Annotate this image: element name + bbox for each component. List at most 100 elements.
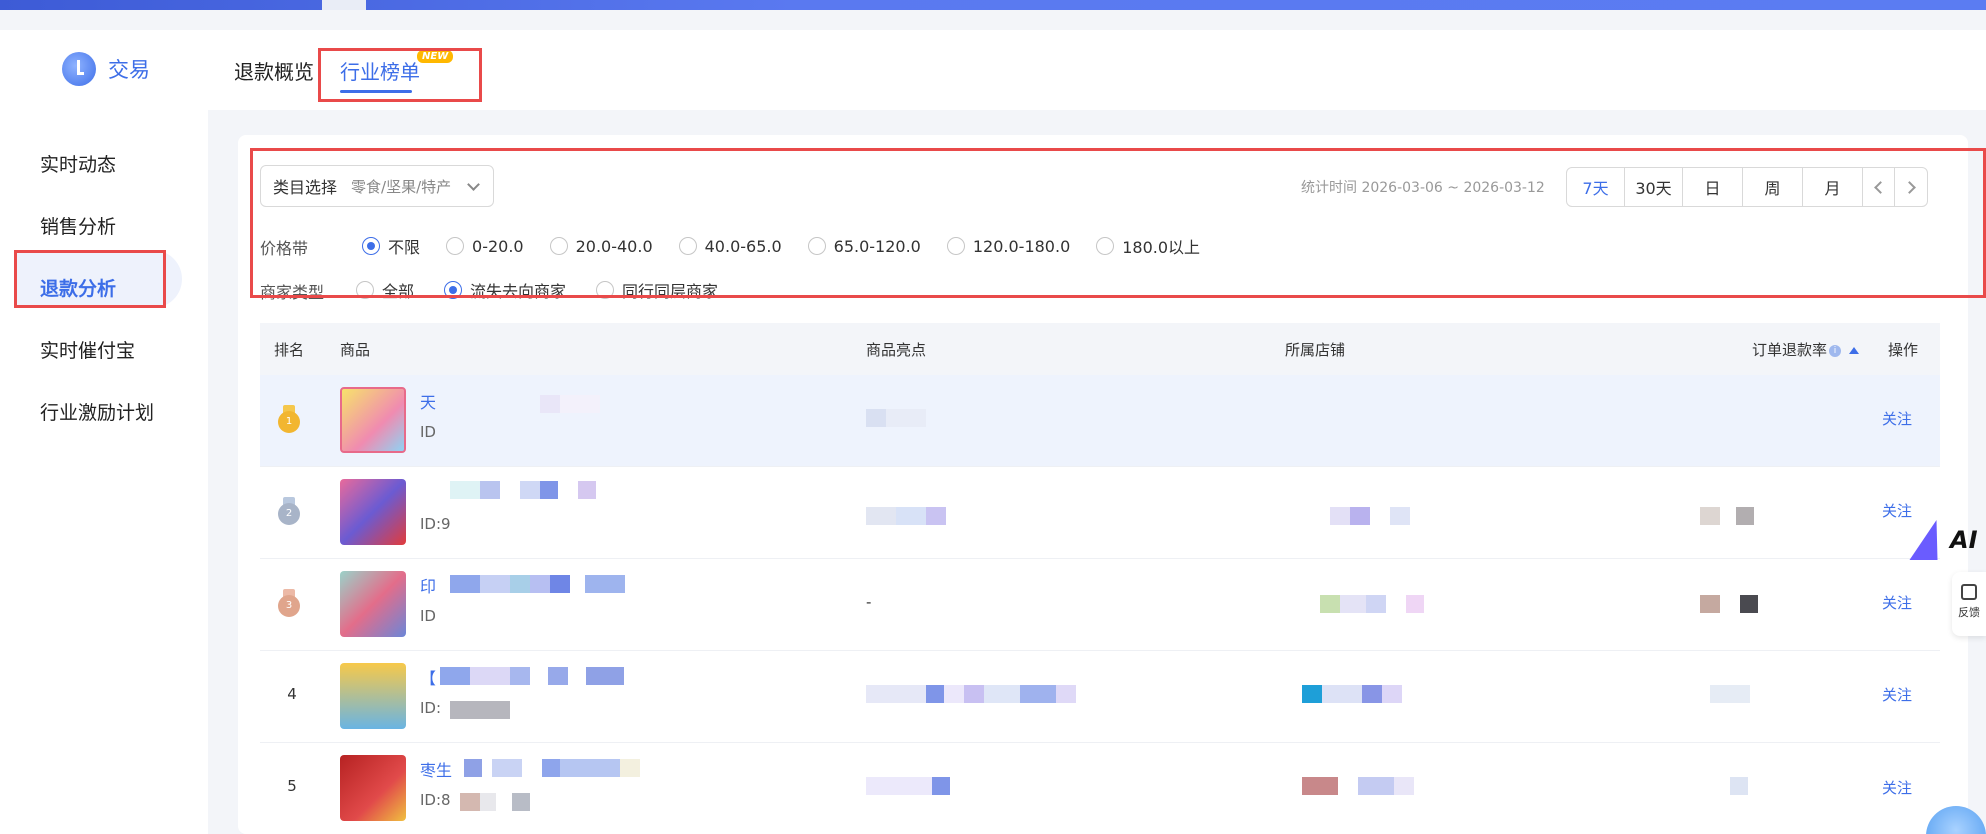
product-name[interactable]: 印: [420, 573, 436, 597]
sidebar-item-payment-reminder[interactable]: 实时催付宝: [40, 336, 135, 363]
product-name[interactable]: 【: [420, 665, 436, 689]
merchant-type-option[interactable]: 流失去向商家: [444, 278, 566, 302]
product-thumbnail[interactable]: [340, 571, 406, 637]
chevron-down-icon: [467, 177, 480, 191]
strip-notch: [322, 0, 366, 10]
price-band-option[interactable]: 0-20.0: [446, 237, 524, 256]
col-shop: 所属店铺: [1285, 341, 1346, 359]
merchant-type-text: 流失去向商家: [470, 282, 567, 301]
redacted-refund-rate: [1710, 685, 1750, 703]
follow-button[interactable]: 关注: [1882, 592, 1912, 613]
prev-period-button[interactable]: [1863, 168, 1895, 206]
category-select-label: 类目选择: [273, 178, 338, 197]
sidebar-item-sales-analysis[interactable]: 销售分析: [40, 212, 116, 239]
ai-assistant-button[interactable]: AI: [1909, 516, 1978, 566]
rank-number: 5: [287, 777, 297, 795]
sidebar-item-refund-analysis[interactable]: 退款分析: [40, 274, 116, 301]
tab-industry-ranking[interactable]: 行业榜单: [340, 56, 420, 93]
product-thumbnail[interactable]: [340, 479, 406, 545]
radio-circle: [444, 281, 463, 299]
period-day[interactable]: 日: [1683, 168, 1743, 206]
redacted-product-name: [464, 759, 640, 777]
radio-circle: [362, 237, 380, 255]
redacted-product-name: [440, 667, 624, 685]
follow-button[interactable]: 关注: [1882, 684, 1912, 705]
next-period-button[interactable]: [1895, 168, 1927, 206]
medal-disc: 2: [278, 503, 300, 525]
sidebar-item-realtime[interactable]: 实时动态: [40, 150, 116, 177]
product-id: ID:9: [420, 515, 451, 533]
edit-icon: [1961, 584, 1977, 600]
header: 交易 退款概览 行业榜单 NEW: [0, 30, 1986, 110]
main-content: 类目选择 零食/坚果/特产 统计时间 2026-03-06 ~ 2026-03-…: [238, 135, 1968, 834]
product-name[interactable]: 天: [420, 389, 436, 413]
table-row: 5 枣生 ID:8 关注: [260, 743, 1940, 834]
price-band-label: 价格带: [260, 239, 309, 258]
tab-refund-overview[interactable]: 退款概览: [234, 56, 314, 85]
price-band-option[interactable]: 120.0-180.0: [946, 236, 1071, 256]
table-row: 1 天 ID: [260, 375, 1940, 467]
col-highlights: 商品亮点: [866, 341, 927, 359]
medal-disc: 1: [278, 411, 300, 433]
category-select-value: 零食/坚果/特产: [351, 177, 452, 196]
redacted-product-name: [540, 395, 600, 413]
sidebar-item-incentive-plan[interactable]: 行业激励计划: [40, 398, 154, 425]
chevron-left-icon: [1874, 180, 1887, 194]
new-badge: NEW: [417, 50, 454, 63]
merchant-type-option[interactable]: 同行同层商家: [596, 278, 718, 302]
product-id: ID: [420, 423, 436, 441]
radio-circle: [446, 237, 465, 255]
period-week[interactable]: 周: [1743, 168, 1803, 206]
price-band-option[interactable]: 40.0-65.0: [678, 236, 782, 256]
product-name[interactable]: 枣生: [420, 757, 452, 781]
col-rank: 排名: [274, 341, 305, 359]
price-band-option[interactable]: 65.0-120.0: [807, 237, 921, 256]
redacted-highlight: [866, 507, 946, 525]
sort-icon[interactable]: [1849, 347, 1860, 354]
rank-number: 4: [287, 685, 297, 703]
top-gradient-strip: [0, 0, 1986, 10]
product-thumbnail[interactable]: [340, 387, 406, 453]
period-month[interactable]: 月: [1803, 168, 1863, 206]
feedback-button[interactable]: 反馈: [1952, 572, 1986, 636]
radio-circle: [678, 237, 697, 255]
redacted-product-id: [450, 701, 510, 719]
redacted-shop: [1302, 777, 1414, 795]
product-id: ID:: [420, 699, 442, 717]
price-band-option[interactable]: 180.0以上: [1096, 234, 1200, 258]
product-thumbnail[interactable]: [340, 755, 406, 821]
radio-circle: [807, 237, 826, 255]
col-action: 操作: [1888, 341, 1919, 359]
redacted-product-name: [450, 481, 596, 499]
clock-logo-icon: [62, 52, 96, 86]
price-band-text: 20.0-40.0: [575, 236, 653, 256]
price-band-text: 120.0-180.0: [972, 236, 1071, 256]
follow-button[interactable]: 关注: [1882, 500, 1912, 521]
redacted-highlight: [866, 777, 950, 795]
col-refund-rate[interactable]: 订单退款率 i: [1752, 339, 1860, 360]
price-band-text: 40.0-65.0: [704, 236, 782, 256]
follow-button[interactable]: 关注: [1882, 777, 1912, 798]
tab-industry-ranking-label: 行业榜单: [340, 60, 420, 84]
ranking-table: 排名 商品 商品亮点 所属店铺 订单退款率i 操作 1 天 ID 2 ID:9: [260, 323, 1940, 834]
period-30d[interactable]: 30天: [1625, 168, 1683, 206]
product-highlight: -: [866, 593, 872, 611]
price-band-option[interactable]: 20.0-40.0: [549, 236, 653, 256]
col-refund-rate-label: 订单退款率: [1752, 341, 1828, 359]
follow-button[interactable]: 关注: [1882, 408, 1912, 429]
bronze-medal-icon: 3: [278, 589, 300, 617]
category-select[interactable]: 类目选择 零食/坚果/特产: [260, 165, 494, 207]
redacted-highlight: [866, 409, 926, 427]
silver-medal-icon: 2: [278, 497, 300, 525]
merchant-type-option[interactable]: 全部: [356, 278, 414, 302]
redacted-shop: [1320, 595, 1424, 613]
logo[interactable]: 交易: [62, 52, 150, 86]
redacted-refund-rate: [1700, 507, 1754, 525]
merchant-type-options: 全部 流失去向商家 同行同层商家: [356, 278, 718, 302]
period-7d[interactable]: 7天: [1567, 168, 1625, 206]
product-thumbnail[interactable]: [340, 663, 406, 729]
logo-text: 交易: [108, 58, 150, 82]
lightning-icon: [1909, 520, 1951, 560]
price-band-option[interactable]: 不限: [362, 234, 420, 258]
info-icon[interactable]: i: [1829, 344, 1842, 357]
